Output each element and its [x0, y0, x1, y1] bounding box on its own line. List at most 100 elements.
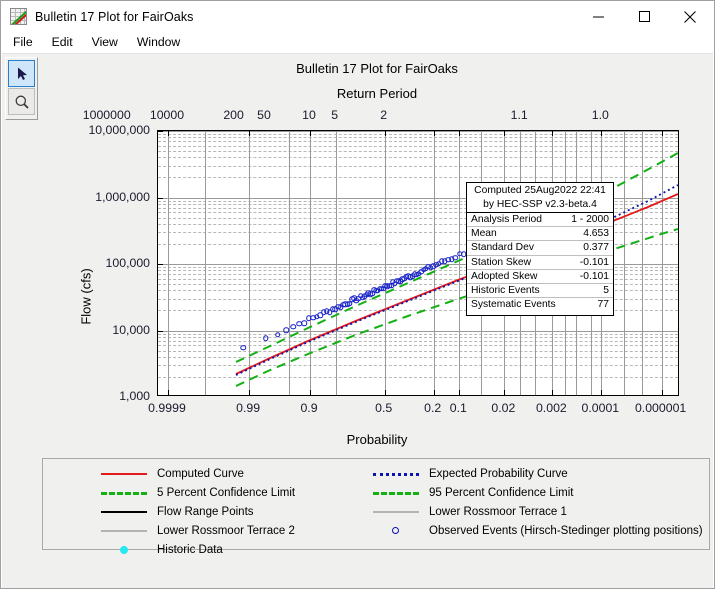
stats-header-line2: by HEC-SSP v2.3-beta.4 [467, 198, 613, 212]
stats-row: Station Skew-0.101 [467, 255, 613, 269]
top-axis-tick-label: 10000 [150, 108, 184, 122]
y-axis-tick-label: 10,000 [42, 323, 150, 337]
magnifier-icon [14, 94, 30, 110]
menu-bar: File Edit View Window [1, 32, 714, 53]
x-axis-tick-label: 0.02 [491, 401, 515, 415]
stats-value: 4.653 [565, 227, 613, 241]
legend-label: Flow Range Points [157, 506, 254, 518]
legend-swatch-dashed-icon [101, 487, 147, 499]
stats-key: Station Skew [467, 255, 565, 269]
top-axis-tick-label: 200 [223, 108, 244, 122]
chart-legend: Computed Curve Expected Probability Curve… [42, 458, 710, 550]
legend-label: Lower Rossmoor Terrace 1 [429, 506, 567, 518]
stats-key: Systematic Events [467, 298, 565, 312]
legend-label: Lower Rossmoor Terrace 2 [157, 525, 295, 537]
menu-edit[interactable]: Edit [49, 34, 82, 51]
stats-table: Analysis Period1 - 2000Mean4.653Standard… [467, 213, 613, 311]
maximize-button[interactable] [621, 1, 667, 32]
x-axis-tick-label: 0.9999 [148, 401, 186, 415]
stats-row: Adopted Skew-0.101 [467, 269, 613, 283]
y-axis-tick-label: 100,000 [42, 256, 150, 270]
close-button[interactable] [667, 1, 713, 32]
legend-label: Expected Probability Curve [429, 468, 568, 480]
x-axis-tick-label: 0.000001 [635, 401, 686, 415]
x-axis-tick-label: 0.2 [424, 401, 441, 415]
top-axis-tick-label: 5 [331, 108, 338, 122]
stats-key: Standard Dev [467, 241, 565, 255]
top-axis-tick-label: 10 [302, 108, 316, 122]
stats-key: Analysis Period [467, 213, 565, 227]
arrow-cursor-icon [14, 66, 30, 82]
select-arrow-tool[interactable] [8, 60, 35, 87]
legend-swatch-dotted-icon [373, 468, 419, 480]
top-axis-tick-label: 1000000 [83, 108, 131, 122]
legend-entry[interactable]: Lower Rossmoor Terrace 1 [373, 502, 567, 521]
legend-entry[interactable]: Expected Probability Curve [373, 464, 568, 483]
legend-entry[interactable]: Lower Rossmoor Terrace 2 [101, 521, 295, 540]
stats-row: Systematic Events77 [467, 298, 613, 312]
top-axis-tick-label: 1.1 [511, 108, 528, 122]
stats-value: -0.101 [565, 269, 613, 283]
y-axis-tick-label: 1,000,000 [42, 190, 150, 204]
stats-header-line1: Computed 25Aug2022 22:41 [467, 184, 613, 198]
minimize-button[interactable] [575, 1, 621, 32]
legend-label: Observed Events (Hirsch-Stedinger plotti… [429, 525, 703, 537]
legend-swatch-solid-icon [101, 506, 147, 518]
x-axis-tick-label: 0.002 [536, 401, 567, 415]
plot-toolbar [5, 57, 38, 120]
legend-label: 95 Percent Confidence Limit [429, 487, 573, 499]
top-axis-tick-label: 50 [257, 108, 271, 122]
x-axis-tick-label: 0.0001 [582, 401, 620, 415]
legend-entry[interactable]: Computed Curve [101, 464, 244, 483]
stats-row: Mean4.653 [467, 227, 613, 241]
legend-swatch-circle-icon [373, 525, 419, 537]
menu-window[interactable]: Window [134, 34, 189, 51]
stats-key: Historic Events [467, 284, 565, 298]
plot-icon [10, 8, 27, 25]
legend-entry[interactable]: 95 Percent Confidence Limit [373, 483, 573, 502]
stats-value: -0.101 [565, 255, 613, 269]
stats-row: Standard Dev0.377 [467, 241, 613, 255]
top-axis-label: Return Period [42, 86, 712, 101]
window-titlebar: Bulletin 17 Plot for FairOaks [1, 1, 714, 32]
x-axis-label: Probability [42, 432, 712, 447]
y-axis-tick-label: 10,000,000 [42, 123, 150, 137]
legend-swatch-solid-icon [101, 525, 147, 537]
observed-event-point [291, 324, 297, 330]
statistics-box: Computed 25Aug2022 22:41 by HEC-SSP v2.3… [466, 182, 614, 316]
observed-event-point [263, 335, 269, 341]
top-axis-tick-label: 1.0 [592, 108, 609, 122]
menu-file[interactable]: File [10, 34, 42, 51]
legend-entry[interactable]: Flow Range Points [101, 502, 254, 521]
stats-key: Mean [467, 227, 565, 241]
legend-swatch-solid-icon [373, 506, 419, 518]
legend-entry[interactable]: 5 Percent Confidence Limit [101, 483, 295, 502]
application-window: Bulletin 17 Plot for FairOaks File Edit … [0, 0, 715, 589]
observed-event-point [302, 320, 308, 326]
observed-event-point [241, 345, 247, 351]
menu-view[interactable]: View [89, 34, 127, 51]
chart-title: Bulletin 17 Plot for FairOaks [42, 61, 712, 76]
zoom-magnifier-tool[interactable] [8, 88, 35, 115]
stats-value: 5 [565, 284, 613, 298]
stats-value: 0.377 [565, 241, 613, 255]
legend-swatch-dot-icon [101, 544, 147, 556]
legend-swatch-solid-icon [101, 468, 147, 480]
legend-entry[interactable]: Observed Events (Hirsch-Stedinger plotti… [373, 521, 703, 540]
stats-key: Adopted Skew [467, 269, 565, 283]
stats-value: 1 - 2000 [565, 213, 613, 227]
legend-label: Computed Curve [157, 468, 244, 480]
stats-row: Historic Events5 [467, 284, 613, 298]
x-axis-tick-label: 0.5 [375, 401, 392, 415]
legend-label: 5 Percent Confidence Limit [157, 487, 295, 499]
stats-value: 77 [565, 298, 613, 312]
top-axis-tick-label: 2 [380, 108, 387, 122]
stats-row: Analysis Period1 - 2000 [467, 213, 613, 227]
x-axis-tick-label: 0.1 [450, 401, 467, 415]
window-title: Bulletin 17 Plot for FairOaks [35, 10, 194, 24]
legend-entry[interactable]: Historic Data [101, 540, 223, 559]
y-axis-tick-label: 1,000 [42, 389, 150, 403]
plot-panel: Bulletin 17 Plot for FairOaks Return Per… [42, 54, 712, 457]
legend-label: Historic Data [157, 544, 223, 556]
x-axis-tick-label: 0.99 [236, 401, 260, 415]
